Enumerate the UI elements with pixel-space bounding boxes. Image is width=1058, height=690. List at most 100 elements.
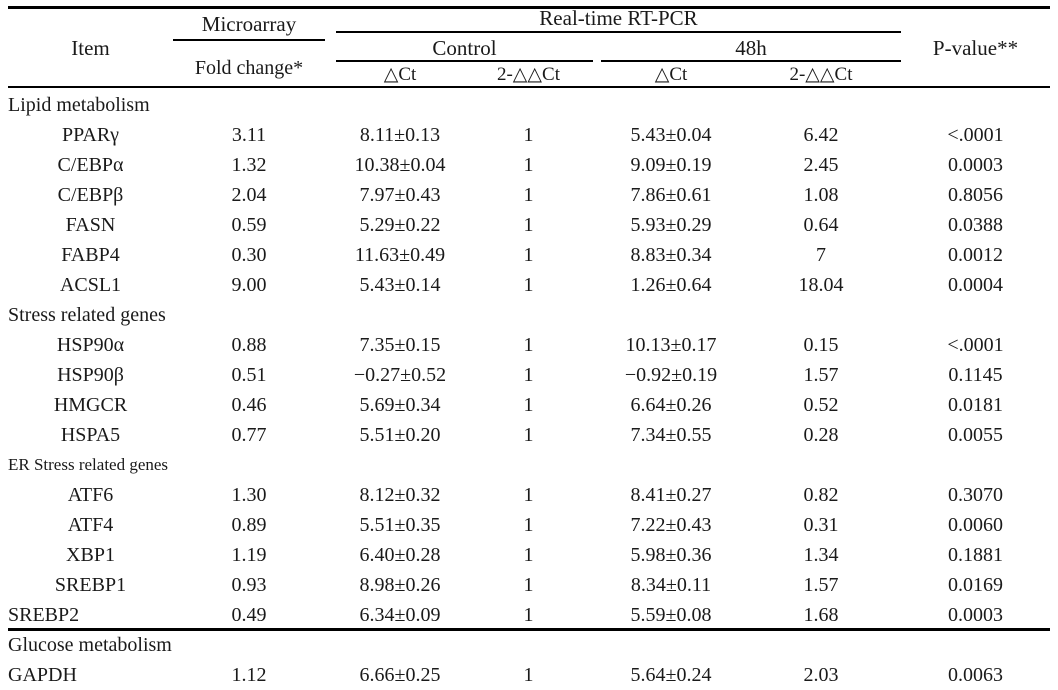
cell-p-value: 0.0060 [948, 514, 1003, 536]
table-row: HSP90α 0.88 7.35±0.15 1 10.13±0.17 0.15 <.0001 [0, 330, 1058, 360]
cell-fold-change: 0.59 [231, 214, 267, 236]
cell-p-value: 0.8056 [948, 184, 1003, 206]
section-heading-row: Glucose metabolism [0, 630, 1058, 660]
column-header-control: Control [432, 36, 497, 60]
cell-p-value: <.0001 [947, 334, 1004, 356]
cell-control-dct: 8.98±0.26 [359, 574, 441, 596]
microarray-header-rule [173, 39, 325, 41]
cell-48h-ddct: 1.68 [803, 604, 839, 626]
cell-item: ATF6 [67, 484, 114, 506]
cell-control-ddct: 1 [523, 394, 534, 416]
cell-control-ddct: 1 [523, 484, 534, 506]
table-row: HSPA5 0.77 5.51±0.20 1 7.34±0.55 0.28 0.0055 [0, 420, 1058, 450]
table-row: C/EBPβ 2.04 7.97±0.43 1 7.86±0.61 1.08 0.8056 [0, 180, 1058, 210]
cell-fold-change: 9.00 [231, 274, 267, 296]
cell-48h-ddct: 1.08 [803, 184, 839, 206]
table-row: ATF4 0.89 5.51±0.35 1 7.22±0.43 0.31 0.0060 [0, 510, 1058, 540]
column-subheader-control-dct: △Ct [383, 64, 417, 85]
cell-control-dct: 7.97±0.43 [359, 184, 441, 206]
cell-fold-change: 0.30 [231, 244, 267, 266]
cell-fold-change: 0.88 [231, 334, 267, 356]
cell-fold-change: 3.11 [231, 124, 267, 146]
cell-48h-ddct: 1.57 [803, 364, 839, 386]
cell-control-ddct: 1 [523, 544, 534, 566]
cell-48h-dct: 7.34±0.55 [630, 424, 712, 446]
cell-48h-dct: 5.64±0.24 [630, 664, 712, 686]
table-row: ATF6 1.30 8.12±0.32 1 8.41±0.27 0.82 0.3070 [0, 480, 1058, 510]
cell-48h-ddct: 0.28 [803, 424, 839, 446]
cell-48h-ddct: 0.82 [803, 484, 839, 506]
cell-item: C/EBPβ [57, 184, 124, 206]
control-header-rule [336, 60, 593, 62]
cell-48h-ddct: 2.03 [803, 664, 839, 686]
cell-control-dct: 11.63±0.49 [354, 244, 446, 266]
column-header-fold-change: Fold change* [194, 57, 304, 79]
column-header-p-value: P-value** [932, 36, 1019, 60]
cell-48h-ddct: 0.64 [803, 214, 839, 236]
cell-48h-dct: 6.64±0.26 [630, 394, 712, 416]
cell-item: Stress related genes [8, 304, 166, 326]
cell-item: FABP4 [61, 244, 120, 266]
column-subheader-control-ddct: 2-△△Ct [496, 64, 560, 85]
cell-control-ddct: 1 [523, 274, 534, 296]
table-row: FASN 0.59 5.29±0.22 1 5.93±0.29 0.64 0.0388 [0, 210, 1058, 240]
cell-fold-change: 1.32 [231, 154, 267, 176]
cell-fold-change: 1.12 [231, 664, 267, 686]
cell-control-dct: 5.51±0.20 [359, 424, 441, 446]
cell-fold-change: 0.51 [231, 364, 267, 386]
cell-control-ddct: 1 [523, 424, 534, 446]
table-row: ACSL1 9.00 5.43±0.14 1 1.26±0.64 18.04 0.0004 [0, 270, 1058, 300]
cell-48h-ddct: 0.31 [803, 514, 839, 536]
cell-item: FASN [65, 214, 116, 236]
cell-p-value: 0.0388 [948, 214, 1003, 236]
cell-control-ddct: 1 [523, 364, 534, 386]
cell-p-value: 0.0003 [948, 604, 1003, 626]
cell-48h-dct: 5.98±0.36 [630, 544, 712, 566]
cell-control-dct: 7.35±0.15 [359, 334, 441, 356]
cell-control-dct: 10.38±0.04 [354, 154, 446, 176]
cell-item: HSP90β [57, 364, 124, 386]
cell-item: HMGCR [53, 394, 128, 416]
column-header-item: Item [71, 36, 110, 60]
column-subheader-48h-ddct: 2-△△Ct [789, 64, 853, 85]
cell-fold-change: 0.93 [231, 574, 267, 596]
cell-item: ER Stress related genes [8, 455, 169, 474]
cell-48h-dct: 10.13±0.17 [625, 334, 717, 356]
cell-48h-ddct: 18.04 [798, 274, 844, 296]
cell-p-value: 0.1881 [948, 544, 1003, 566]
cell-item: ACSL1 [59, 274, 122, 296]
cell-control-ddct: 1 [523, 574, 534, 596]
table-row: SREBP1 0.93 8.98±0.26 1 8.34±0.11 1.57 0.0169 [0, 570, 1058, 600]
cell-control-ddct: 1 [523, 604, 534, 626]
cell-control-dct: 8.11±0.13 [359, 124, 441, 146]
table-row: SREBP2 0.49 6.34±0.09 1 5.59±0.08 1.68 0.0003 [0, 600, 1058, 630]
cell-fold-change: 1.30 [231, 484, 267, 506]
cell-48h-dct: 1.26±0.64 [630, 274, 712, 296]
cell-48h-ddct: 6.42 [803, 124, 839, 146]
cell-48h-dct: 8.41±0.27 [630, 484, 712, 506]
cell-item: GAPDH [8, 664, 77, 686]
cell-48h-ddct: 0.52 [803, 394, 839, 416]
cell-item: HSPA5 [60, 424, 121, 446]
cell-48h-dct: 8.34±0.11 [630, 574, 712, 596]
results-table: Item Microarray Fold change* Real-time R… [0, 0, 1058, 686]
cell-48h-ddct: 2.45 [803, 154, 839, 176]
cell-p-value: <.0001 [947, 124, 1004, 146]
column-subheader-48h-dct: △Ct [654, 64, 688, 85]
cell-control-dct: 6.66±0.25 [359, 664, 441, 686]
cell-48h-dct: 5.93±0.29 [630, 214, 712, 236]
cell-control-ddct: 1 [523, 154, 534, 176]
cell-control-dct: 6.34±0.09 [359, 604, 441, 626]
cell-fold-change: 0.49 [231, 604, 267, 626]
cell-item: Glucose metabolism [8, 634, 172, 656]
cell-p-value: 0.0003 [948, 154, 1003, 176]
cell-item: Lipid metabolism [8, 94, 150, 116]
header-body-divider-rule [8, 86, 1050, 88]
column-header-48h: 48h [735, 36, 767, 60]
cell-control-ddct: 1 [523, 664, 534, 686]
cell-48h-ddct: 0.15 [803, 334, 839, 356]
table-row: HMGCR 0.46 5.69±0.34 1 6.64±0.26 0.52 0.0181 [0, 390, 1058, 420]
cell-item: SREBP1 [54, 574, 127, 596]
cell-item: ATF4 [67, 514, 114, 536]
treated-header-rule [601, 60, 901, 62]
